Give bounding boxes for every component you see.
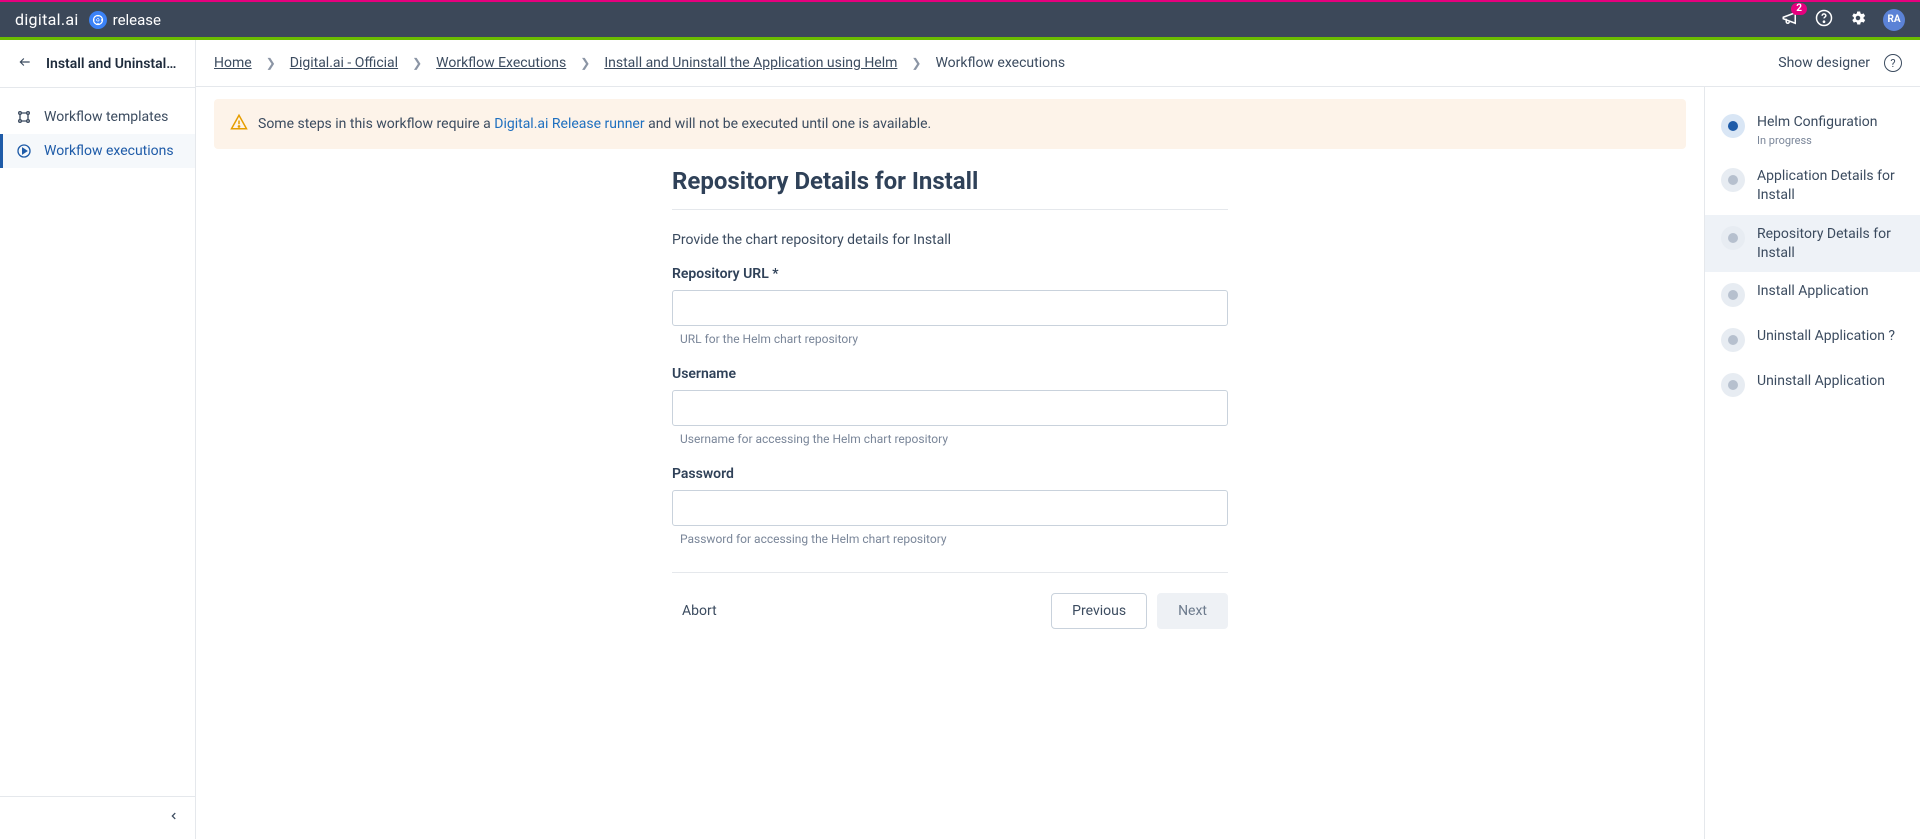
form-actions: Abort Previous Next [672,593,1228,629]
step-app-details-install[interactable]: Application Details for Install [1705,157,1920,215]
password-help: Password for accessing the Helm chart re… [672,532,1228,546]
step-label: Install Application [1757,282,1869,301]
help-icon[interactable] [1815,9,1833,31]
crumb-workflow[interactable]: Install and Uninstall the Application us… [604,55,897,71]
abort-button[interactable]: Abort [672,597,727,625]
release-icon [89,11,107,29]
form-title: Repository Details for Install [672,167,1228,195]
crumb-current: Workflow executions [935,55,1065,71]
nav-buttons: Previous Next [1051,593,1228,629]
steps-panel: Helm Configuration In progress Applicati… [1704,87,1920,839]
step-label: Uninstall Application [1757,372,1885,391]
sidebar-nav: Workflow templates Workflow executions [0,88,195,180]
product-name: release [113,11,161,29]
step-uninstall-question[interactable]: Uninstall Application ? [1705,317,1920,362]
chevron-right-icon: ❯ [412,56,422,70]
crumb-folder[interactable]: Digital.ai - Official [290,55,398,71]
chevron-right-icon: ❯ [911,56,921,70]
announcements-icon[interactable]: 2 [1781,9,1799,31]
step-dot-icon [1721,226,1745,250]
field-password: Password Password for accessing the Helm… [672,466,1228,546]
brand-logo: digital.ai [15,10,79,29]
sidebar-item-workflow-templates[interactable]: Workflow templates [0,100,195,134]
repo-url-label: Repository URL * [672,266,1228,282]
step-label: Helm Configuration [1757,113,1878,132]
breadcrumbs: Home ❯ Digital.ai - Official ❯ Workflow … [214,55,1065,71]
sidebar: Install and Uninstall th… Workflow templ… [0,40,196,839]
warning-banner: Some steps in this workflow require a Di… [214,99,1686,149]
username-label: Username [672,366,1228,382]
repo-url-help: URL for the Helm chart repository [672,332,1228,346]
topbar-right: 2 RA [1781,9,1905,31]
step-install-application[interactable]: Install Application [1705,272,1920,317]
crumb-executions[interactable]: Workflow Executions [436,55,566,71]
step-label: Application Details for Install [1757,167,1904,205]
settings-icon[interactable] [1849,9,1867,31]
topbar-left: digital.ai release [15,10,161,29]
next-button[interactable]: Next [1157,593,1228,629]
previous-button[interactable]: Previous [1051,593,1147,629]
layout: Install and Uninstall th… Workflow templ… [0,40,1920,839]
banner-text: Some steps in this workflow require a Di… [258,116,931,132]
step-dot-icon [1721,373,1745,397]
form-description: Provide the chart repository details for… [672,232,1228,248]
crumb-home[interactable]: Home [214,55,252,71]
sidebar-title: Install and Uninstall th… [46,56,179,72]
field-repository-url: Repository URL * URL for the Helm chart … [672,266,1228,346]
sidebar-collapse-button[interactable] [0,796,195,839]
step-status: In progress [1757,134,1878,147]
user-avatar[interactable]: RA [1883,9,1905,31]
main: Home ❯ Digital.ai - Official ❯ Workflow … [196,40,1920,839]
topbar: digital.ai release 2 RA [0,0,1920,40]
runner-link[interactable]: Digital.ai Release runner [494,116,644,132]
username-help: Username for accessing the Helm chart re… [672,432,1228,446]
sidebar-header: Install and Uninstall th… [0,40,195,88]
divider [672,572,1228,573]
step-label: Uninstall Application ? [1757,327,1895,346]
repo-url-input[interactable] [672,290,1228,326]
step-uninstall-application[interactable]: Uninstall Application [1705,362,1920,407]
top-actions: Show designer ? [1778,54,1902,72]
step-helm-configuration[interactable]: Helm Configuration In progress [1705,103,1920,157]
sidebar-item-workflow-executions[interactable]: Workflow executions [0,134,195,168]
step-label: Repository Details for Install [1757,225,1904,263]
breadcrumb-bar: Home ❯ Digital.ai - Official ❯ Workflow … [196,40,1920,87]
center-column: Some steps in this workflow require a Di… [196,87,1704,839]
password-input[interactable] [672,490,1228,526]
step-dot-icon [1721,283,1745,307]
notif-badge: 2 [1791,3,1807,15]
step-repo-details-install[interactable]: Repository Details for Install [1705,215,1920,273]
content-row: Some steps in this workflow require a Di… [196,87,1920,839]
sidebar-item-label: Workflow templates [44,109,168,125]
chevron-right-icon: ❯ [580,56,590,70]
step-dot-icon [1721,328,1745,352]
product-badge: release [89,11,161,29]
password-label: Password [672,466,1228,482]
username-input[interactable] [672,390,1228,426]
divider [672,209,1228,210]
step-dot-icon [1721,114,1745,138]
templates-icon [16,109,32,125]
page-help-icon[interactable]: ? [1884,54,1902,72]
warning-icon [230,113,248,135]
chevron-right-icon: ❯ [266,56,276,70]
executions-icon [16,143,32,159]
step-dot-icon [1721,168,1745,192]
show-designer-link[interactable]: Show designer [1778,55,1870,71]
back-arrow-icon[interactable] [16,54,34,73]
sidebar-item-label: Workflow executions [44,143,174,159]
form: Repository Details for Install Provide t… [672,167,1228,629]
field-username: Username Username for accessing the Helm… [672,366,1228,446]
